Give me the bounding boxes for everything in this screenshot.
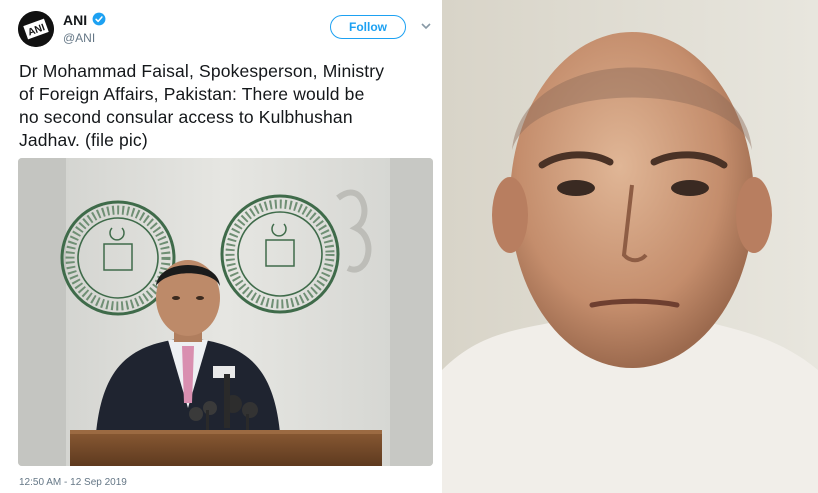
podium — [70, 430, 382, 466]
author-handle[interactable]: @ANI — [63, 31, 95, 45]
chevron-down-icon[interactable] — [420, 20, 432, 32]
author-name[interactable]: ANI — [63, 12, 87, 28]
tweet-timestamp[interactable]: 12:50 AM - 12 Sep 2019 — [19, 477, 127, 488]
follow-button[interactable]: Follow — [330, 15, 406, 39]
avatar[interactable]: ANI — [18, 11, 54, 47]
kulbhushan-jadhav-photo — [442, 0, 818, 493]
press-conference-image — [18, 158, 433, 466]
verified-badge-icon — [92, 12, 106, 26]
ani-logo: ANI — [18, 11, 54, 47]
tweet-card: ANI ANI @ANI Follow Dr Mohammad Faisal, … — [0, 0, 440, 493]
tweet-text: Dr Mohammad Faisal, Spokesperson, Minist… — [19, 61, 385, 150]
tweet-photo[interactable] — [18, 158, 433, 466]
portrait-image — [442, 0, 818, 493]
